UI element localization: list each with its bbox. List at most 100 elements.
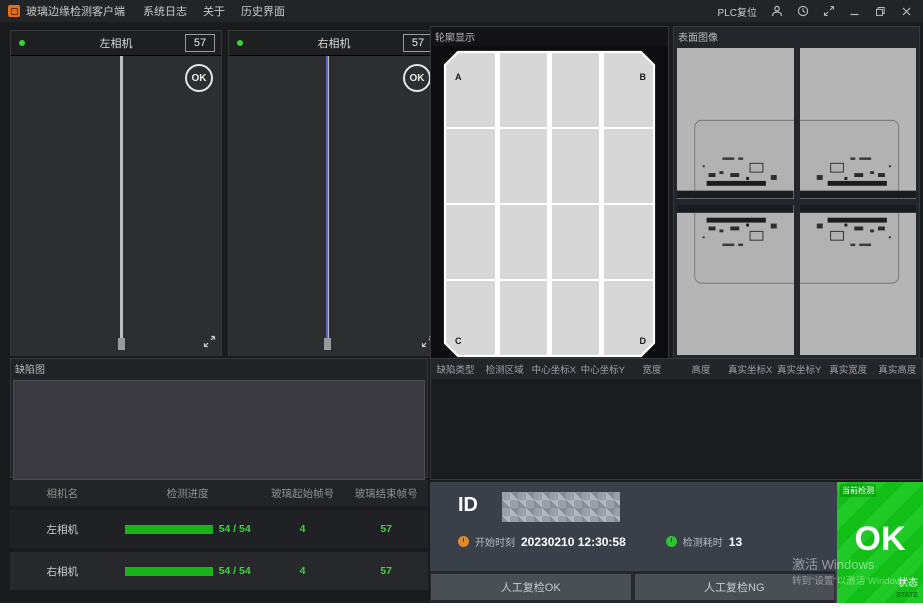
end-frame: 57 [344, 565, 428, 577]
edge-line [120, 56, 123, 348]
minimize-button[interactable] [848, 5, 861, 18]
app-window: 玻璃边缘检测客户端 系统日志 关于 历史界面 PLC复位 [0, 0, 923, 603]
restore-button[interactable] [874, 5, 887, 18]
col-center-y: 中心坐标Y [578, 362, 627, 376]
id-value-redacted [502, 492, 620, 522]
plc-reset-button[interactable]: PLC复位 [718, 4, 757, 19]
left-camera-ok-badge: OK [185, 64, 213, 92]
state-label-en: STATE [896, 592, 918, 599]
col-progress: 检测进度 [115, 486, 261, 501]
col-center-x: 中心坐标X [529, 362, 578, 376]
manual-recheck-ok-button[interactable]: 人工复检OK [431, 574, 631, 600]
right-camera-ok-badge: OK [403, 64, 431, 92]
surface-image-top-left [677, 48, 794, 199]
surface-panel: 表面图像 [673, 26, 920, 360]
clock-icon[interactable] [796, 5, 809, 18]
id-label: ID [458, 494, 478, 517]
camera-table: 相机名 检测进度 玻璃起始帧号 玻璃结束帧号 左相机 54 / 54 4 57 … [10, 480, 428, 592]
app-title: 玻璃边缘检测客户端 [26, 3, 125, 19]
surface-image-top-right [800, 48, 917, 199]
col-detect-region: 检测区域 [480, 362, 529, 376]
progress-text: 54 / 54 [219, 523, 251, 535]
verdict-text: OK [837, 520, 923, 559]
recheck-button-strip: 人工复检OK 人工复检NG [430, 571, 835, 603]
edge-line-end [118, 338, 125, 350]
defect-table-panel: 缺陷类型 检测区域 中心坐标X 中心坐标Y 宽度 高度 真实坐标X 真实坐标Y … [430, 358, 923, 480]
result-status-box: 当前检测 OK 状态 STATE [837, 482, 923, 603]
left-camera-name: 左相机 [100, 35, 133, 51]
time-row: 开始时刻 20230210 12:30:58 检测耗时 13 [458, 534, 742, 549]
result-panel: ID 开始时刻 20230210 12:30:58 检测耗时 13 人工复检OK… [430, 482, 923, 603]
expand-icon[interactable] [203, 335, 216, 353]
defect-table-header: 缺陷类型 检测区域 中心坐标X 中心坐标Y 宽度 高度 真实坐标X 真实坐标Y … [431, 359, 922, 379]
surface-title: 表面图像 [674, 27, 919, 46]
status-dot-icon [237, 40, 243, 46]
col-start-frame: 玻璃起始帧号 [261, 486, 345, 501]
left-camera-counter: 57 [185, 34, 215, 52]
right-camera-name: 右相机 [318, 35, 351, 51]
menu-history[interactable]: 历史界面 [241, 3, 285, 19]
app-icon [8, 5, 20, 17]
start-frame: 4 [261, 565, 345, 577]
menu-bar: 系统日志 关于 历史界面 [143, 3, 285, 19]
corner-label-a: A [455, 72, 462, 82]
edge-line [326, 56, 329, 348]
corner-label-c: C [455, 336, 462, 346]
right-camera-header: 右相机 57 [229, 31, 439, 56]
left-camera-panel: 左相机 57 OK [10, 30, 222, 356]
menu-system-log[interactable]: 系统日志 [143, 3, 187, 19]
col-real-x: 真实坐标X [726, 362, 775, 376]
menu-about[interactable]: 关于 [203, 3, 225, 19]
defect-image-title: 缺陷图 [11, 359, 427, 378]
start-time-label: 开始时刻 [475, 534, 515, 549]
table-row: 右相机 54 / 54 4 57 [10, 552, 428, 590]
contour-panel: 轮廓显示 A B C D [430, 26, 669, 360]
status-dot-icon [19, 40, 25, 46]
surface-image-bottom-right [800, 205, 917, 356]
progress-bar [125, 567, 213, 576]
start-time-icon [458, 536, 469, 547]
user-icon[interactable] [770, 5, 783, 18]
start-frame: 4 [261, 523, 345, 535]
row-camera-name: 右相机 [10, 564, 115, 579]
edge-line-end [324, 338, 331, 350]
close-button[interactable] [900, 5, 913, 18]
col-real-height: 真实高度 [873, 362, 922, 376]
col-camera-name: 相机名 [10, 486, 115, 501]
progress-text: 54 / 54 [219, 565, 251, 577]
surface-image-bottom-left [677, 205, 794, 356]
result-badge-label: 当前检测 [840, 484, 876, 497]
defect-image-panel: 缺陷图 [10, 358, 428, 478]
elapsed-value: 13 [729, 535, 742, 549]
manual-recheck-ng-button[interactable]: 人工复检NG [635, 574, 835, 600]
right-camera-panel: 右相机 57 OK [228, 30, 440, 356]
col-defect-type: 缺陷类型 [431, 362, 480, 376]
elapsed-label: 检测耗时 [683, 534, 723, 549]
start-time-value: 20230210 12:30:58 [521, 535, 626, 549]
corner-label-b: B [640, 72, 647, 82]
col-height: 高度 [676, 362, 725, 376]
row-camera-name: 左相机 [10, 522, 115, 537]
col-real-y: 真实坐标Y [775, 362, 824, 376]
left-camera-image: OK [11, 56, 221, 356]
right-camera-counter: 57 [403, 34, 433, 52]
col-end-frame: 玻璃结束帧号 [344, 486, 428, 501]
right-camera-image: OK [229, 56, 439, 356]
end-frame: 57 [344, 523, 428, 535]
contour-title: 轮廓显示 [431, 27, 668, 46]
left-camera-header: 左相机 57 [11, 31, 221, 56]
fullscreen-icon[interactable] [822, 5, 835, 18]
col-width: 宽度 [627, 362, 676, 376]
defect-table-body [431, 379, 922, 479]
elapsed-icon [666, 536, 677, 547]
defect-image-area [13, 380, 425, 480]
camera-table-header: 相机名 检测进度 玻璃起始帧号 玻璃结束帧号 [10, 480, 428, 506]
state-label-cn: 状态 [898, 574, 918, 589]
contour-display: A B C D [431, 46, 668, 362]
surface-image-grid [674, 46, 919, 358]
col-real-width: 真实宽度 [824, 362, 873, 376]
corner-label-d: D [640, 336, 647, 346]
title-bar: 玻璃边缘检测客户端 系统日志 关于 历史界面 PLC复位 [0, 0, 923, 22]
table-row: 左相机 54 / 54 4 57 [10, 510, 428, 548]
progress-bar [125, 525, 213, 534]
